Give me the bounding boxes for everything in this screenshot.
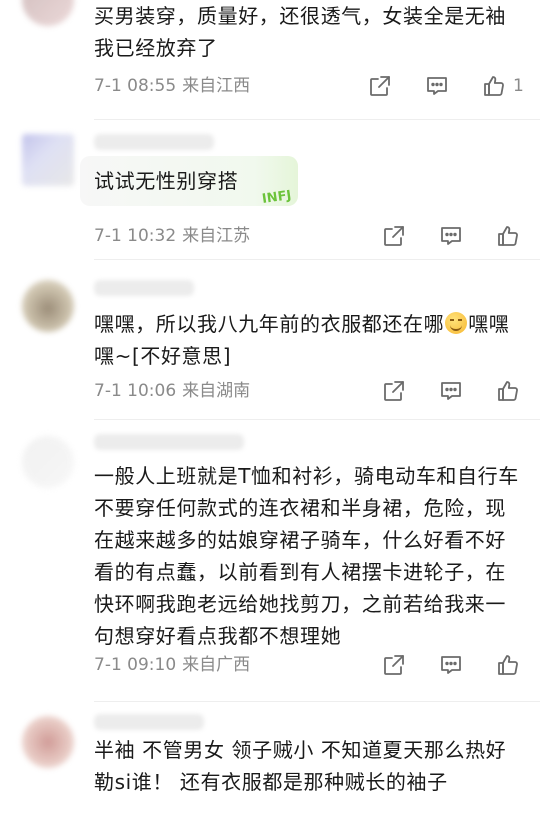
comment-meta: 7-1 08:55 来自江西 (94, 74, 250, 98)
comment-meta: 7-1 10:06 来自湖南 (94, 379, 250, 403)
share-button[interactable] (382, 379, 406, 403)
avatar[interactable] (22, 280, 74, 332)
comment-text: 试试无性别穿搭 (94, 169, 239, 193)
avatar[interactable] (22, 134, 74, 186)
thumbs-up-icon (498, 226, 518, 246)
share-button[interactable] (382, 224, 406, 248)
comment-icon (441, 382, 461, 400)
avatar[interactable] (22, 716, 74, 768)
comment-icon (427, 77, 447, 95)
like-button[interactable] (482, 74, 506, 98)
like-button[interactable] (496, 379, 520, 403)
share-button[interactable] (382, 653, 406, 677)
comment-text: 半袖 不管男女 领子贼小 不知道夏天那么热好勒si谁！ 还有衣服都是那种贼长的袖… (94, 738, 507, 794)
comment-item: 买男装穿，质量好，还很透气，女装全是无袖我已经放弃了 7-1 08:55 来自江西… (0, 0, 540, 120)
reply-button[interactable] (439, 653, 463, 677)
comment-item: 一般人上班就是T恤和衬衫，骑电动车和自行车不要穿任何款式的连衣裙和半身裙，危险，… (0, 420, 540, 702)
reply-button[interactable] (425, 74, 449, 98)
like-count: 1 (513, 76, 524, 96)
share-icon (384, 226, 404, 246)
comment-time: 7-1 08:55 (94, 76, 177, 96)
comment-text: 一般人上班就是T恤和衬衫，骑电动车和自行车不要穿任何款式的连衣裙和半身裙，危险，… (94, 464, 519, 648)
comment-item: 半袖 不管男女 领子贼小 不知道夏天那么热好勒si谁！ 还有衣服都是那种贼长的袖… (0, 702, 540, 819)
nickname[interactable] (94, 714, 204, 730)
share-icon (384, 655, 404, 675)
comment-time: 7-1 09:10 (94, 655, 177, 675)
thumbs-up-icon (498, 655, 518, 675)
comment-item: 嘿嘿，所以我八九年前的衣服都还在哪 嘿嘿嘿~[不好意思] 7-1 10:06 来自湖… (0, 260, 540, 420)
comment-text: 嘿嘿，所以我八九年前的衣服都还在哪 嘿嘿嘿~[不好意思] (94, 308, 524, 372)
like-button[interactable] (496, 653, 520, 677)
reply-button[interactable] (439, 379, 463, 403)
comment-icon (441, 656, 461, 674)
comment-meta: 7-1 10:32 来自江苏 (94, 224, 250, 248)
comment-text-part: 嘿嘿，所以我八九年前的衣服都还在哪 (94, 312, 445, 336)
share-icon (370, 76, 390, 96)
comment-text: 买男装穿，质量好，还很透气，女装全是无袖我已经放弃了 (94, 4, 506, 60)
comment-item: 试试无性别穿搭 INFJ 7-1 10:32 来自江苏 (0, 120, 540, 260)
comment-location: 来自江苏 (182, 226, 251, 246)
avatar[interactable] (22, 436, 74, 488)
comment-meta: 7-1 09:10 来自广西 (94, 653, 250, 677)
share-icon (384, 381, 404, 401)
thumbs-up-icon (498, 381, 518, 401)
comment-location: 来自广西 (182, 655, 251, 675)
reply-button[interactable] (439, 224, 463, 248)
nickname[interactable] (94, 280, 194, 296)
thumbs-up-icon (484, 76, 504, 96)
share-button[interactable] (368, 74, 392, 98)
comment-time: 7-1 10:32 (94, 226, 177, 246)
comment-location: 来自江西 (182, 76, 251, 96)
comment-location: 来自湖南 (182, 381, 251, 401)
nickname[interactable] (94, 134, 214, 150)
like-button[interactable] (496, 224, 520, 248)
comment-icon (441, 227, 461, 245)
comment-time: 7-1 10:06 (94, 381, 177, 401)
avatar[interactable] (22, 0, 74, 26)
smile-emoji-icon (445, 312, 468, 334)
nickname[interactable] (94, 434, 244, 450)
